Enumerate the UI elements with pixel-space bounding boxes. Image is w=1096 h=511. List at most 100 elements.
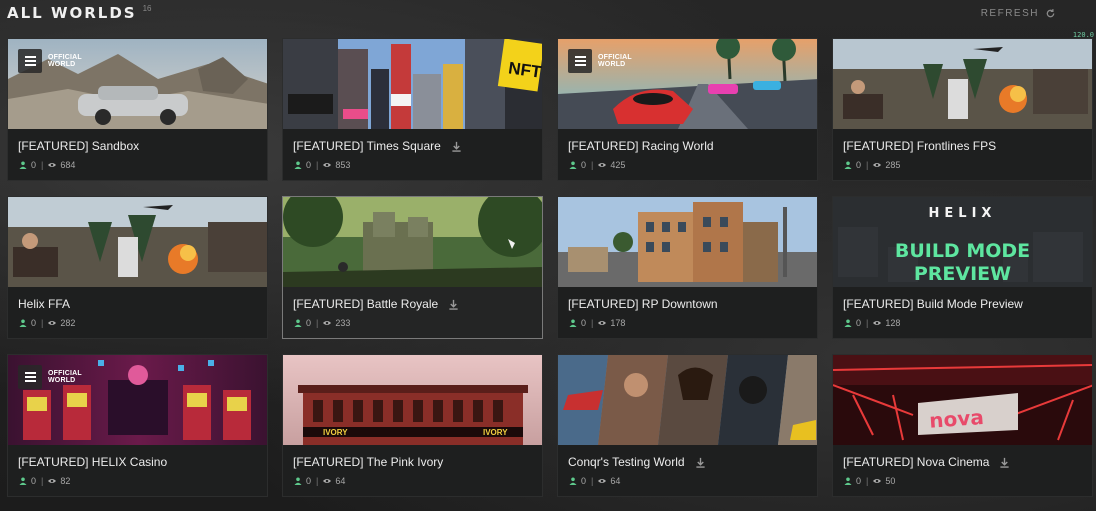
view-count: 178 <box>610 318 626 328</box>
world-card-build-mode-preview[interactable]: HELIX BUILD MODE PREVIEW [FEATURED] Buil… <box>832 196 1093 339</box>
world-title: [FEATURED] HELIX Casino <box>18 455 168 469</box>
player-icon <box>844 161 852 169</box>
svg-text:nova: nova <box>928 405 984 433</box>
official-world-badge: OFFICIAL WORLD <box>18 49 82 73</box>
world-thumbnail <box>8 197 267 287</box>
player-count: 0 <box>856 160 862 170</box>
views-icon <box>48 163 57 167</box>
view-count: 64 <box>610 476 621 486</box>
player-count: 0 <box>306 160 312 170</box>
world-stats: 0 | 64 <box>569 476 620 486</box>
world-card-rp-downtown[interactable]: [FEATURED] RP Downtown 0 | 178 <box>557 196 818 339</box>
world-stats: 0 | 285 <box>844 160 900 170</box>
view-count: 425 <box>610 160 626 170</box>
view-count: 64 <box>335 476 346 486</box>
player-icon <box>19 161 27 169</box>
view-count: 282 <box>60 318 76 328</box>
svg-text:IVORY: IVORY <box>323 428 348 437</box>
player-count: 0 <box>856 476 862 486</box>
view-count: 128 <box>885 318 901 328</box>
view-count: 50 <box>885 476 896 486</box>
world-card-conqrs-testing-world[interactable]: Conqr's Testing World 0 | 64 <box>557 354 818 497</box>
world-card-nova-cinema[interactable]: nova [FEATURED] Nova Cinema 0 | 50 <box>832 354 1093 497</box>
world-thumbnail <box>558 197 817 287</box>
views-icon <box>873 321 882 325</box>
world-stats: 0 | 178 <box>569 318 625 328</box>
world-card-racing-world[interactable]: OFFICIAL WORLD [FEATURED] Racing World 0 |… <box>557 38 818 181</box>
player-count: 0 <box>31 160 37 170</box>
world-thumbnail: NFT <box>283 39 542 129</box>
refresh-icon <box>1046 9 1055 18</box>
views-icon <box>323 163 332 167</box>
world-stats: 0 | 425 <box>569 160 625 170</box>
views-icon <box>48 321 57 325</box>
helix-logo: HELIX <box>928 206 997 221</box>
world-card-helix-casino[interactable]: OFFICIAL WORLD [FEATURED] HELIX Casino 0 |… <box>7 354 268 497</box>
svg-text:IVORY: IVORY <box>483 428 508 437</box>
world-title: [FEATURED] The Pink Ivory <box>293 455 444 469</box>
world-thumbnail: HELIX BUILD MODE PREVIEW <box>833 197 1092 287</box>
worlds-grid: OFFICIAL WORLD [FEATURED] Sandbox 0 | 684 <box>7 38 1093 497</box>
views-icon <box>598 321 607 325</box>
player-icon <box>569 161 577 169</box>
player-icon <box>294 477 302 485</box>
world-stats: 0 | 82 <box>19 476 70 486</box>
world-stats: 0 | 64 <box>294 476 345 486</box>
world-stats: 0 | 50 <box>844 476 895 486</box>
world-title: [FEATURED] Frontlines FPS <box>843 139 997 153</box>
page-title: ALL WORLDS <box>7 4 137 22</box>
views-icon <box>48 479 57 483</box>
menu-icon <box>568 49 592 73</box>
world-stats: 0 | 684 <box>19 160 75 170</box>
world-count: 16 <box>142 4 152 13</box>
world-title: [FEATURED] Nova Cinema <box>843 455 1010 469</box>
world-stats: 0 | 282 <box>19 318 75 328</box>
player-count: 0 <box>856 318 862 328</box>
world-thumbnail <box>833 39 1092 129</box>
world-stats: 0 | 233 <box>294 318 350 328</box>
views-icon <box>873 163 882 167</box>
build-mode-line2: PREVIEW <box>913 263 1012 285</box>
world-card-pink-ivory[interactable]: IVORY IVORY [FEATURED] The Pink Ivory 0 |… <box>282 354 543 497</box>
menu-icon <box>18 49 42 73</box>
view-count: 285 <box>885 160 901 170</box>
world-title: Helix FFA <box>18 297 71 311</box>
player-count: 0 <box>31 318 37 328</box>
views-icon <box>873 479 882 483</box>
world-card-times-square[interactable]: NFT [FEATURED] Times Square 0 | 853 <box>282 38 543 181</box>
views-icon <box>598 479 607 483</box>
player-count: 0 <box>581 476 587 486</box>
download-icon[interactable] <box>451 141 462 152</box>
player-icon <box>844 477 852 485</box>
player-icon <box>569 477 577 485</box>
page-header: ALL WORLDS 16 <box>7 4 152 22</box>
player-icon <box>294 161 302 169</box>
world-title: [FEATURED] Racing World <box>568 139 714 153</box>
world-card-sandbox[interactable]: OFFICIAL WORLD [FEATURED] Sandbox 0 | 684 <box>7 38 268 181</box>
world-thumbnail <box>558 355 817 445</box>
world-title: [FEATURED] Sandbox <box>18 139 140 153</box>
build-mode-line1: BUILD MODE <box>894 240 1031 262</box>
world-card-battle-royale[interactable]: [FEATURED] Battle Royale 0 | 233 <box>282 196 543 339</box>
player-count: 0 <box>306 476 312 486</box>
world-title: Conqr's Testing World <box>568 455 706 469</box>
download-icon[interactable] <box>999 457 1010 468</box>
views-icon <box>323 321 332 325</box>
player-count: 0 <box>31 476 37 486</box>
refresh-button[interactable]: REFRESH <box>981 8 1056 19</box>
official-world-badge: OFFICIAL WORLD <box>18 365 82 389</box>
player-icon <box>294 319 302 327</box>
world-thumbnail <box>283 197 542 287</box>
player-count: 0 <box>581 160 587 170</box>
world-card-frontlines-fps[interactable]: [FEATURED] Frontlines FPS 0 | 285 <box>832 38 1093 181</box>
world-card-helix-ffa[interactable]: Helix FFA 0 | 282 <box>7 196 268 339</box>
player-count: 0 <box>306 318 312 328</box>
world-title: [FEATURED] Battle Royale <box>293 297 459 311</box>
download-icon[interactable] <box>695 457 706 468</box>
menu-icon <box>18 365 42 389</box>
download-icon[interactable] <box>448 299 459 310</box>
world-stats: 0 | 128 <box>844 318 900 328</box>
view-count: 853 <box>335 160 351 170</box>
player-icon <box>19 319 27 327</box>
player-icon <box>19 477 27 485</box>
